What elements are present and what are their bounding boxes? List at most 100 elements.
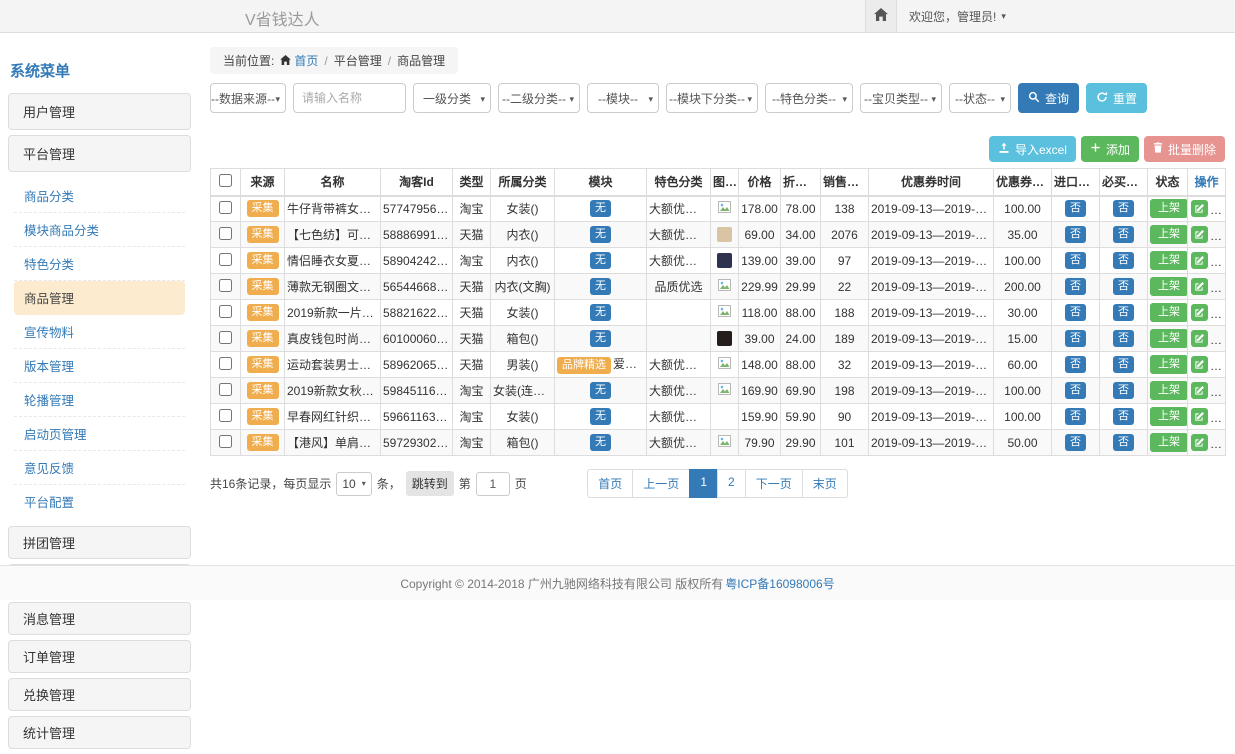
row-checkbox[interactable] <box>219 409 232 422</box>
status-badge[interactable]: 上架 <box>1150 303 1188 322</box>
edit-button[interactable] <box>1191 278 1208 295</box>
module-badge[interactable]: 无 <box>590 434 611 451</box>
module-badge[interactable]: 无 <box>590 252 611 269</box>
must-buy-badge[interactable]: 否 <box>1113 330 1134 347</box>
search-button[interactable]: 查询 <box>1018 83 1079 113</box>
page-next[interactable]: 下一页 <box>745 469 803 498</box>
feature-category-select[interactable]: --特色分类--▾ <box>765 83 853 113</box>
module-select[interactable]: --模块--▾ <box>587 83 659 113</box>
breadcrumb-home-link[interactable]: 首页 <box>280 52 318 69</box>
import-optional-badge[interactable]: 否 <box>1065 278 1086 295</box>
sidebar-item-promo-material[interactable]: 宣传物料 <box>14 315 185 349</box>
sidebar-section-stats-mgmt[interactable]: 统计管理 <box>8 716 191 749</box>
icp-link[interactable]: 粤ICP备16098006号 <box>725 575 834 592</box>
row-checkbox[interactable] <box>219 305 232 318</box>
jump-page-input[interactable] <box>476 472 510 496</box>
sidebar-section-order-mgmt[interactable]: 订单管理 <box>8 640 191 673</box>
batch-delete-button[interactable]: 批量删除 <box>1144 136 1225 162</box>
name-search-input[interactable] <box>293 83 406 113</box>
sidebar-section-platform-mgmt[interactable]: 平台管理 <box>8 135 191 172</box>
sidebar-section-user-mgmt[interactable]: 用户管理 <box>8 93 191 130</box>
status-badge[interactable]: 上架 <box>1150 199 1188 218</box>
edit-button[interactable] <box>1191 330 1208 347</box>
edit-button[interactable] <box>1191 252 1208 269</box>
row-checkbox[interactable] <box>219 383 232 396</box>
module-badge[interactable]: 无 <box>590 382 611 399</box>
edit-button[interactable] <box>1191 382 1208 399</box>
module-badge[interactable]: 无 <box>590 278 611 295</box>
jump-button[interactable]: 跳转到 <box>406 471 454 496</box>
sidebar-item-feedback[interactable]: 意见反馈 <box>14 451 185 485</box>
item-type-select[interactable]: --宝贝类型--▾ <box>860 83 942 113</box>
sidebar-item-module-product-category[interactable]: 模块商品分类 <box>14 213 185 247</box>
must-buy-badge[interactable]: 否 <box>1113 304 1134 321</box>
import-optional-badge[interactable]: 否 <box>1065 382 1086 399</box>
status-badge[interactable]: 上架 <box>1150 407 1188 426</box>
sidebar-section-groupbuy[interactable]: 拼团管理 <box>8 526 191 559</box>
sidebar-item-splash-mgmt[interactable]: 启动页管理 <box>14 417 185 451</box>
sidebar-item-platform-config[interactable]: 平台配置 <box>14 485 185 518</box>
module-badge[interactable]: 无 <box>590 408 611 425</box>
import-optional-badge[interactable]: 否 <box>1065 434 1086 451</box>
row-checkbox[interactable] <box>219 279 232 292</box>
user-menu[interactable]: 欢迎您，管理员! ▾ <box>909 8 1006 25</box>
must-buy-badge[interactable]: 否 <box>1113 278 1134 295</box>
status-badge[interactable]: 上架 <box>1150 355 1188 374</box>
sidebar-item-product-category[interactable]: 商品分类 <box>14 179 185 213</box>
must-buy-badge[interactable]: 否 <box>1113 252 1134 269</box>
must-buy-badge[interactable]: 否 <box>1113 226 1134 243</box>
row-checkbox[interactable] <box>219 253 232 266</box>
status-badge[interactable]: 上架 <box>1150 225 1188 244</box>
edit-button[interactable] <box>1191 408 1208 425</box>
import-optional-badge[interactable]: 否 <box>1065 226 1086 243</box>
sidebar-item-version-mgmt[interactable]: 版本管理 <box>14 349 185 383</box>
sidebar-item-product-mgmt[interactable]: 商品管理 <box>14 281 185 315</box>
edit-button[interactable] <box>1191 200 1208 217</box>
select-all-checkbox[interactable] <box>219 174 232 187</box>
must-buy-badge[interactable]: 否 <box>1113 382 1134 399</box>
page-prev[interactable]: 上一页 <box>632 469 690 498</box>
page-last[interactable]: 末页 <box>802 469 848 498</box>
status-select[interactable]: --状态--▾ <box>949 83 1011 113</box>
row-checkbox[interactable] <box>219 201 232 214</box>
import-optional-badge[interactable]: 否 <box>1065 252 1086 269</box>
level2-category-select[interactable]: --二级分类--▾ <box>498 83 580 113</box>
source-filter-select[interactable]: --数据来源--▾ <box>210 83 286 113</box>
module-badge[interactable]: 无 <box>590 304 611 321</box>
sidebar-item-feature-category[interactable]: 特色分类 <box>14 247 185 281</box>
must-buy-badge[interactable]: 否 <box>1113 434 1134 451</box>
must-buy-badge[interactable]: 否 <box>1113 200 1134 217</box>
sidebar-item-carousel-mgmt[interactable]: 轮播管理 <box>14 383 185 417</box>
row-checkbox[interactable] <box>219 357 232 370</box>
module-subcategory-select[interactable]: --模块下分类--▾ <box>666 83 758 113</box>
edit-button[interactable] <box>1191 356 1208 373</box>
reset-button[interactable]: 重置 <box>1086 83 1147 113</box>
import-optional-badge[interactable]: 否 <box>1065 330 1086 347</box>
page-1[interactable]: 1 <box>689 469 718 498</box>
page-2[interactable]: 2 <box>717 469 746 498</box>
import-excel-button[interactable]: 导入excel <box>989 136 1076 162</box>
status-badge[interactable]: 上架 <box>1150 433 1188 452</box>
row-checkbox[interactable] <box>219 227 232 240</box>
edit-button[interactable] <box>1191 434 1208 451</box>
add-button[interactable]: 添加 <box>1081 136 1139 162</box>
edit-button[interactable] <box>1191 226 1208 243</box>
module-badge[interactable]: 无 <box>590 200 611 217</box>
row-checkbox[interactable] <box>219 435 232 448</box>
import-optional-badge[interactable]: 否 <box>1065 304 1086 321</box>
per-page-select[interactable]: 10 ▾ <box>336 472 371 496</box>
sidebar-section-message-mgmt[interactable]: 消息管理 <box>8 602 191 635</box>
edit-button[interactable] <box>1191 304 1208 321</box>
level1-category-select[interactable]: 一级分类▾ <box>413 83 491 113</box>
row-checkbox[interactable] <box>219 331 232 344</box>
sidebar-section-exchange-mgmt[interactable]: 兑换管理 <box>8 678 191 711</box>
import-optional-badge[interactable]: 否 <box>1065 200 1086 217</box>
must-buy-badge[interactable]: 否 <box>1113 408 1134 425</box>
import-optional-badge[interactable]: 否 <box>1065 408 1086 425</box>
must-buy-badge[interactable]: 否 <box>1113 356 1134 373</box>
status-badge[interactable]: 上架 <box>1150 381 1188 400</box>
page-first[interactable]: 首页 <box>587 469 633 498</box>
module-badge[interactable]: 无 <box>590 330 611 347</box>
status-badge[interactable]: 上架 <box>1150 251 1188 270</box>
status-badge[interactable]: 上架 <box>1150 329 1188 348</box>
